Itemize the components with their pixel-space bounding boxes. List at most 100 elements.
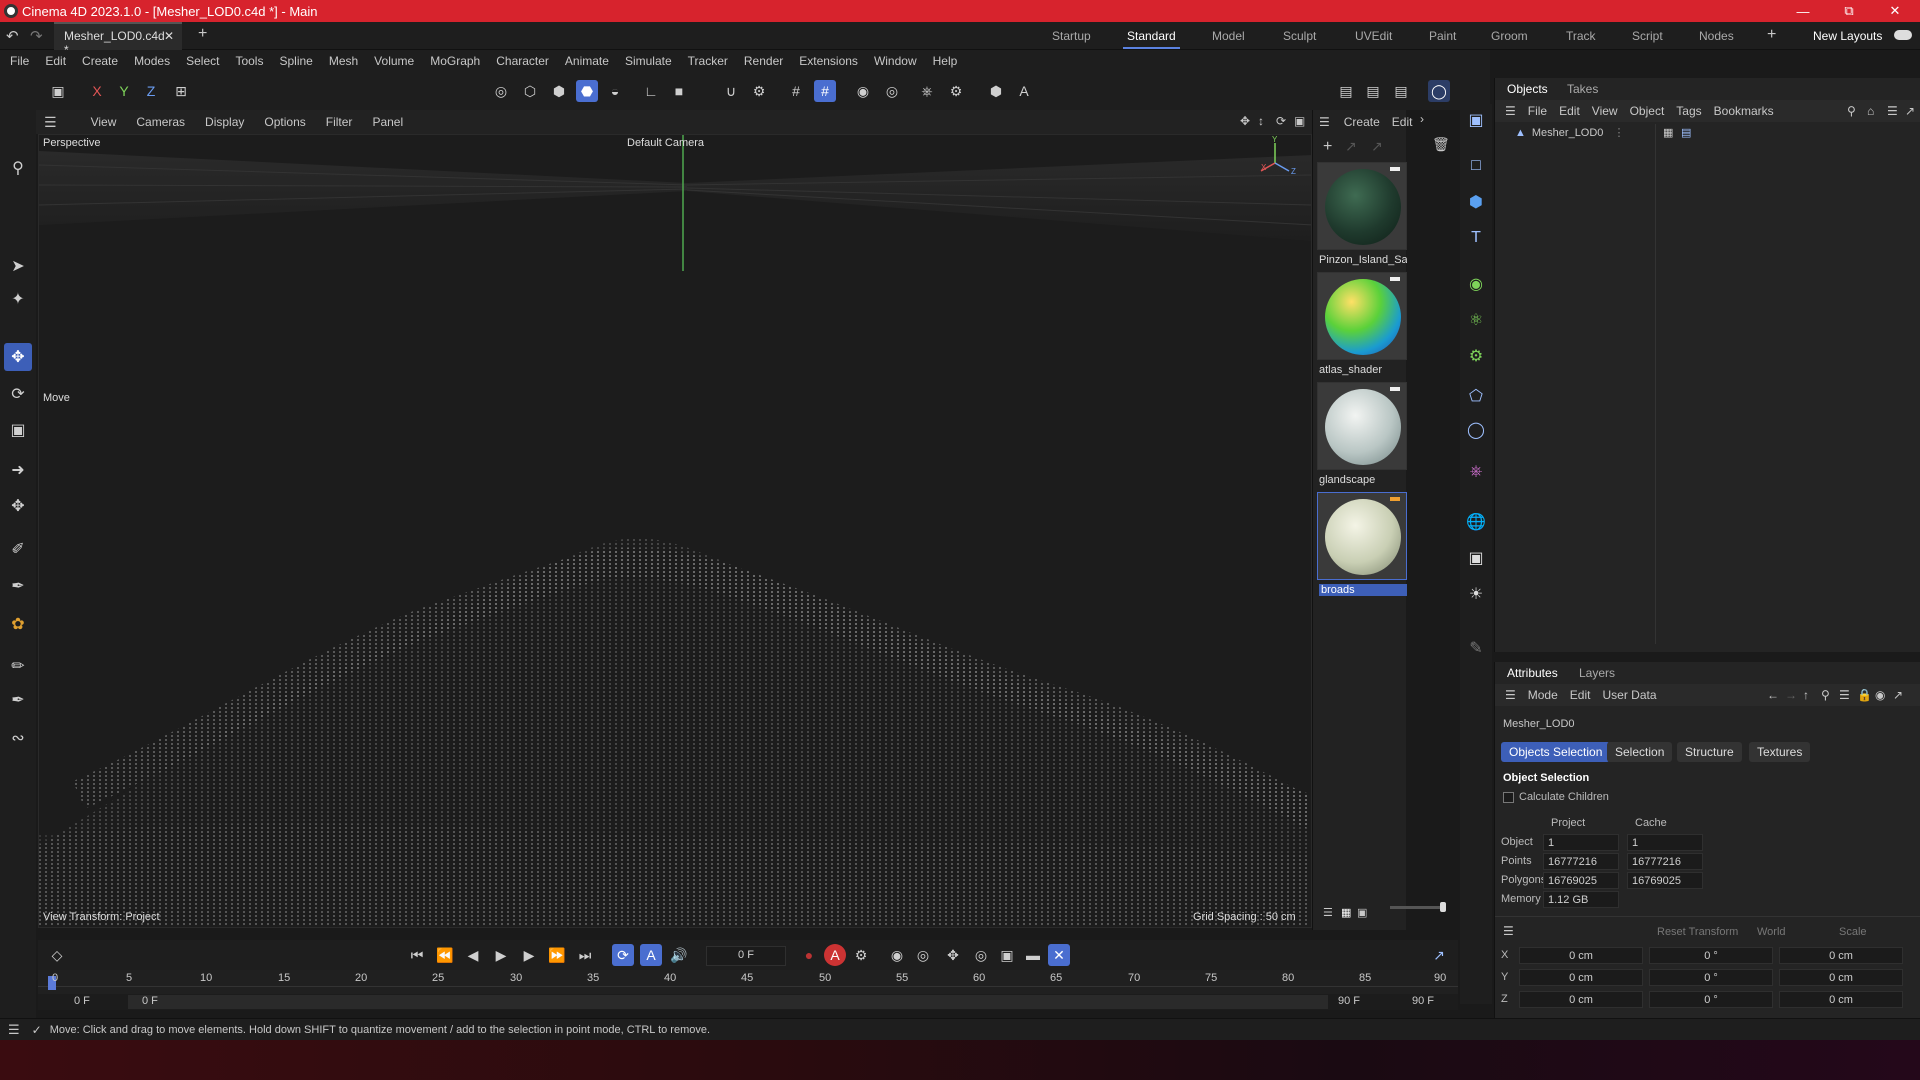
material-thumb[interactable] [1317,382,1407,470]
attributes-menu-edit[interactable]: Edit [1570,688,1591,702]
thumbnail-size-slider[interactable] [1390,906,1446,909]
key-pla-icon[interactable]: ▣ [996,944,1018,966]
subtab-textures[interactable]: Textures [1749,742,1811,762]
layout-startup[interactable]: Startup [1052,29,1091,43]
tweak-mode-icon[interactable]: ■ [668,80,690,102]
object-name[interactable]: Mesher_LOD0 [1532,127,1604,139]
objects-menu-tags[interactable]: Tags [1676,104,1701,118]
next-frame-icon[interactable]: ▶ [518,944,540,966]
maximize-view-icon[interactable]: ▣ [1294,114,1305,128]
pan-view-icon[interactable]: ✥ [1240,114,1250,128]
axis-mode-icon[interactable]: ∟ [640,80,662,102]
material-hamburger-icon[interactable]: ☰ [1319,115,1330,129]
grid-view-icon[interactable]: ▦ [1341,906,1351,919]
range-start-field[interactable]: 0 F [142,995,158,1007]
objects-search-icon[interactable]: ⚲ [1847,104,1856,118]
layout-uvedit[interactable]: UVEdit [1355,29,1392,43]
environment-icon[interactable]: 🌐 [1462,508,1490,536]
status-hamburger-icon[interactable]: ☰ [8,1022,20,1038]
phong-tag-icon[interactable]: ▦ [1663,126,1673,139]
effector-icon[interactable]: ⚙ [1462,342,1490,370]
render-settings-icon[interactable]: ▤ [1390,80,1412,102]
menu-render[interactable]: Render [744,54,783,68]
objects-home-icon[interactable]: ⌂ [1867,104,1874,118]
camera-label[interactable]: Default Camera [627,137,704,149]
render-view-icon[interactable]: ▤ [1335,80,1357,102]
tab-layers[interactable]: Layers [1579,666,1615,680]
close-tab-icon[interactable]: ✕ [164,29,174,43]
key-position-icon[interactable]: ◉ [886,944,908,966]
material-tag-icon[interactable]: ▤ [1681,126,1691,139]
move-tool-icon[interactable]: ✥ [4,343,32,371]
clapboard-icon[interactable]: ▣ [47,80,69,102]
attributes-hamburger-icon[interactable]: ☰ [1505,688,1516,702]
visibility-dots-icon[interactable]: ⋮ [1613,126,1624,139]
menu-volume[interactable]: Volume [374,54,414,68]
planar-workplane-icon[interactable]: ◎ [881,80,903,102]
material-thumb-selected[interactable] [1317,492,1407,580]
edit-icon[interactable]: ✎ [1462,634,1490,662]
material-name[interactable]: glandscape [1319,474,1407,486]
menu-animate[interactable]: Animate [565,54,609,68]
magnet-tool-icon[interactable]: ∾ [4,724,32,752]
add-layout-icon[interactable]: + [1767,26,1776,44]
redo-icon[interactable]: ↷ [30,27,43,45]
tab-takes[interactable]: Takes [1567,82,1598,96]
range-slider[interactable] [128,995,1328,1009]
close-icon[interactable]: ✕ [1872,0,1918,22]
snap-settings-icon[interactable]: ⚙ [748,80,770,102]
material-name-selected[interactable]: broads [1319,584,1407,596]
restore-icon[interactable]: ⧉ [1826,0,1872,22]
layout-sculpt[interactable]: Sculpt [1283,29,1316,43]
position-z-field[interactable]: 0 cm [1519,991,1643,1008]
scale-z-field[interactable]: 0 cm [1779,991,1903,1008]
scale-y-field[interactable]: 0 cm [1779,969,1903,986]
viewport-menu-panel[interactable]: Panel [372,115,403,129]
dolly-view-icon[interactable]: ↕ [1258,114,1264,128]
objects-menu-view[interactable]: View [1592,104,1618,118]
viewport-menu-view[interactable]: View [91,115,117,129]
scale-tool-icon[interactable]: ▣ [4,416,32,444]
rotation-y-field[interactable]: 0 ° [1649,969,1773,986]
menu-mesh[interactable]: Mesh [329,54,358,68]
trash-icon[interactable]: 🗑 [1432,136,1450,153]
timeline-ruler[interactable]: 0 5 10 15 20 25 30 35 40 45 50 55 60 65 … [38,970,1458,994]
keyframe-selection-icon[interactable]: ⚙ [850,944,872,966]
layout-toggle[interactable] [1894,30,1912,40]
select-tool-icon[interactable]: ➤ [4,252,32,280]
reset-transform-button[interactable]: Reset Transform [1657,926,1738,938]
menu-simulate[interactable]: Simulate [625,54,672,68]
layout-nodes[interactable]: Nodes [1699,29,1734,43]
tab-objects[interactable]: Objects [1507,82,1548,96]
axis-y-toggle[interactable]: Y [113,80,135,102]
end-frame-field[interactable]: 90 F [1412,995,1434,1007]
snap-icon[interactable]: ∪ [720,80,742,102]
menu-character[interactable]: Character [496,54,549,68]
transform-mode-select[interactable]: Scale [1839,926,1867,938]
render-to-picture-viewer-icon[interactable]: ▤ [1362,80,1384,102]
uv-mode-icon[interactable]: ◒ [604,80,626,102]
menu-select[interactable]: Select [186,54,219,68]
loop-icon[interactable]: ⟳ [612,944,634,966]
layout-model[interactable]: Model [1212,29,1245,43]
objects-menu-file[interactable]: File [1528,104,1547,118]
layout-paint[interactable]: Paint [1429,29,1456,43]
material-name[interactable]: Pinzon_Island_Sat [1319,254,1407,266]
live-selection-icon[interactable]: ✦ [4,285,32,313]
autokey-icon[interactable]: A [824,944,846,966]
subtab-selection[interactable]: Selection [1607,742,1673,762]
attributes-filter-icon[interactable]: ☰ [1839,688,1850,702]
light-icon[interactable]: ☀ [1462,580,1490,608]
objects-filter-icon[interactable]: ☰ [1887,104,1898,118]
menu-spline[interactable]: Spline [279,54,312,68]
timeline-toggle-icon[interactable]: ▬ [1022,944,1044,966]
objects-expand-icon[interactable]: ↗ [1905,104,1915,118]
position-x-field[interactable]: 0 cm [1519,947,1643,964]
coordinate-system-icon[interactable]: ⊞ [170,80,192,102]
menu-file[interactable]: File [10,54,29,68]
lock-workplane-icon[interactable]: ◉ [852,80,874,102]
attributes-expand-icon[interactable]: ↗ [1893,688,1903,702]
expand-arrow-icon[interactable]: › [1420,112,1424,126]
model-mode-icon[interactable]: ◎ [490,80,512,102]
record-icon[interactable]: ● [798,944,820,966]
